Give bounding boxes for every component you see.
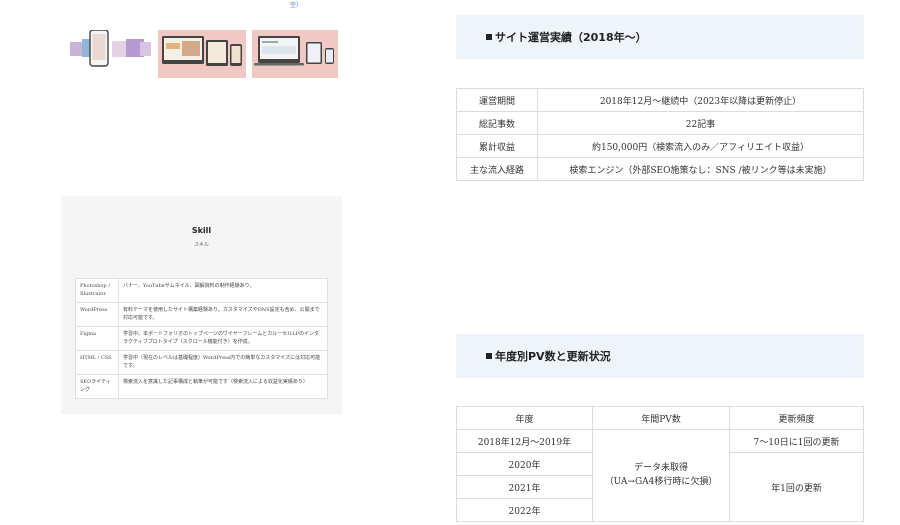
table-cell-value: 約150,000円（検索流入のみ／アフィリエイト収益） xyxy=(537,134,864,158)
table-header-row: 年度 年間PV数 更新頻度 xyxy=(456,406,864,430)
table-cell-value: 2018年12月〜継続中（2023年以降は更新停止） xyxy=(537,88,864,112)
site-results-heading-text: サイト運営実績（2018年〜） xyxy=(495,31,647,44)
table-cell-year: 2022年 xyxy=(456,498,593,522)
skill-section: Skill スキル Photoshop / Illustrator バナー、Yo… xyxy=(61,196,342,414)
table-cell-year: 2018年12月〜2019年 xyxy=(456,429,593,453)
thumbnail-portfolio-site[interactable] xyxy=(252,30,338,78)
table-header-pv: 年間PV数 xyxy=(592,406,730,430)
table-cell-value: 22記事 xyxy=(537,111,864,135)
skill-row: Figma 学習中。本ポートフォリオのトップページのワイヤーフレームとカルーセル… xyxy=(75,326,328,351)
table-cell-frequency: 7〜10日に1回の更新 xyxy=(729,429,864,453)
skill-desc: バナー、YouTubeサムネイル、図解資料の制作経験あり。 xyxy=(118,278,328,303)
table-cell-key: 運営期間 xyxy=(456,88,538,112)
skill-table: Photoshop / Illustrator バナー、YouTubeサムネイル… xyxy=(75,278,328,399)
table-row: 2018年12月〜2019年 データ未取得 （UA→GA4移行時に欠損） 7〜1… xyxy=(456,429,864,522)
table-cell-year: 2021年 xyxy=(456,475,593,499)
table-header-frequency: 更新頻度 xyxy=(729,406,864,430)
table-cell-value: 検索エンジン（外部SEO施策なし：SNS /被リンク等は未実施） xyxy=(537,157,864,181)
site-results-heading: サイト運営実績（2018年〜） xyxy=(456,15,864,59)
skill-row: WordPress 有料テーマを使用したサイト構築経験あり。カスタマイズやDNS… xyxy=(75,302,328,327)
skill-key: HTML / CSS xyxy=(75,350,119,375)
skill-row: Photoshop / Illustrator バナー、YouTubeサムネイル… xyxy=(75,278,328,303)
carousel-lp-image xyxy=(70,30,151,67)
pv-status-heading-text: 年度別PV数と更新状況 xyxy=(495,350,611,363)
ukulele-site-image xyxy=(162,36,242,66)
skill-subtitle: スキル xyxy=(193,242,209,248)
square-bullet-icon xyxy=(486,34,492,40)
skill-row: HTML / CSS 学習中（現在のレベルは基礎程度）WordPress内での簡… xyxy=(75,350,328,375)
table-cell-pv: データ未取得 （UA→GA4移行時に欠損） xyxy=(592,429,730,522)
skill-desc: 有料テーマを使用したサイト構築経験あり。カスタマイズやDNS設定も含め、公開まで… xyxy=(118,302,328,327)
table-row: 累計収益 約150,000円（検索流入のみ／アフィリエイト収益） xyxy=(456,134,864,158)
table-cell-key: 主な流入経路 xyxy=(456,157,538,181)
skill-row: SEOライティング 検索流入を意識した記事構成と執筆が可能です（検索流入による収… xyxy=(75,374,328,399)
pv-status-table: 年度 年間PV数 更新頻度 2018年12月〜2019年 データ未取得 （UA→… xyxy=(456,406,864,522)
skill-desc: 検索流入を意識した記事構成と執筆が可能です（検索流入による収益化実績あり） xyxy=(118,374,328,399)
table-header-year: 年度 xyxy=(456,406,593,430)
thumbnail-ukulele-site[interactable] xyxy=(158,30,246,78)
skill-desc: 学習中（現在のレベルは基礎程度）WordPress内での簡単なカスタマイズには対… xyxy=(118,350,328,375)
pv-status-heading: 年度別PV数と更新状況 xyxy=(456,334,864,378)
pv-missing-reason: （UA→GA4移行時に欠損） xyxy=(604,476,718,487)
skill-key: Photoshop / Illustrator xyxy=(75,278,119,303)
portfolio-site-image xyxy=(254,36,334,66)
thumbnail-carousel-lp[interactable] xyxy=(68,30,152,78)
pv-missing-text: データ未取得 xyxy=(633,463,688,473)
table-row: 主な流入経路 検索エンジン（外部SEO施策なし：SNS /被リンク等は未実施） xyxy=(456,157,864,181)
site-results-table: 運営期間 2018年12月〜継続中（2023年以降は更新停止） 総記事数 22記… xyxy=(456,88,864,181)
table-cell-year: 2020年 xyxy=(456,452,593,476)
square-bullet-icon xyxy=(486,353,492,359)
skill-key: SEOライティング xyxy=(75,374,119,399)
skill-key: WordPress xyxy=(75,302,119,327)
skill-key: Figma xyxy=(75,326,119,351)
table-cell-frequency: 年1回の更新 xyxy=(729,452,864,522)
skill-desc: 学習中。本ポートフォリオのトップページのワイヤーフレームとカルーセルLPのインタ… xyxy=(118,326,328,351)
table-row: 運営期間 2018年12月〜継続中（2023年以降は更新停止） xyxy=(456,88,864,112)
top-link-text[interactable]: 空） xyxy=(290,0,302,9)
table-cell-key: 総記事数 xyxy=(456,111,538,135)
table-cell-key: 累計収益 xyxy=(456,134,538,158)
table-row: 総記事数 22記事 xyxy=(456,111,864,135)
skill-title: Skill xyxy=(191,226,212,235)
portfolio-thumbnails xyxy=(68,30,340,100)
